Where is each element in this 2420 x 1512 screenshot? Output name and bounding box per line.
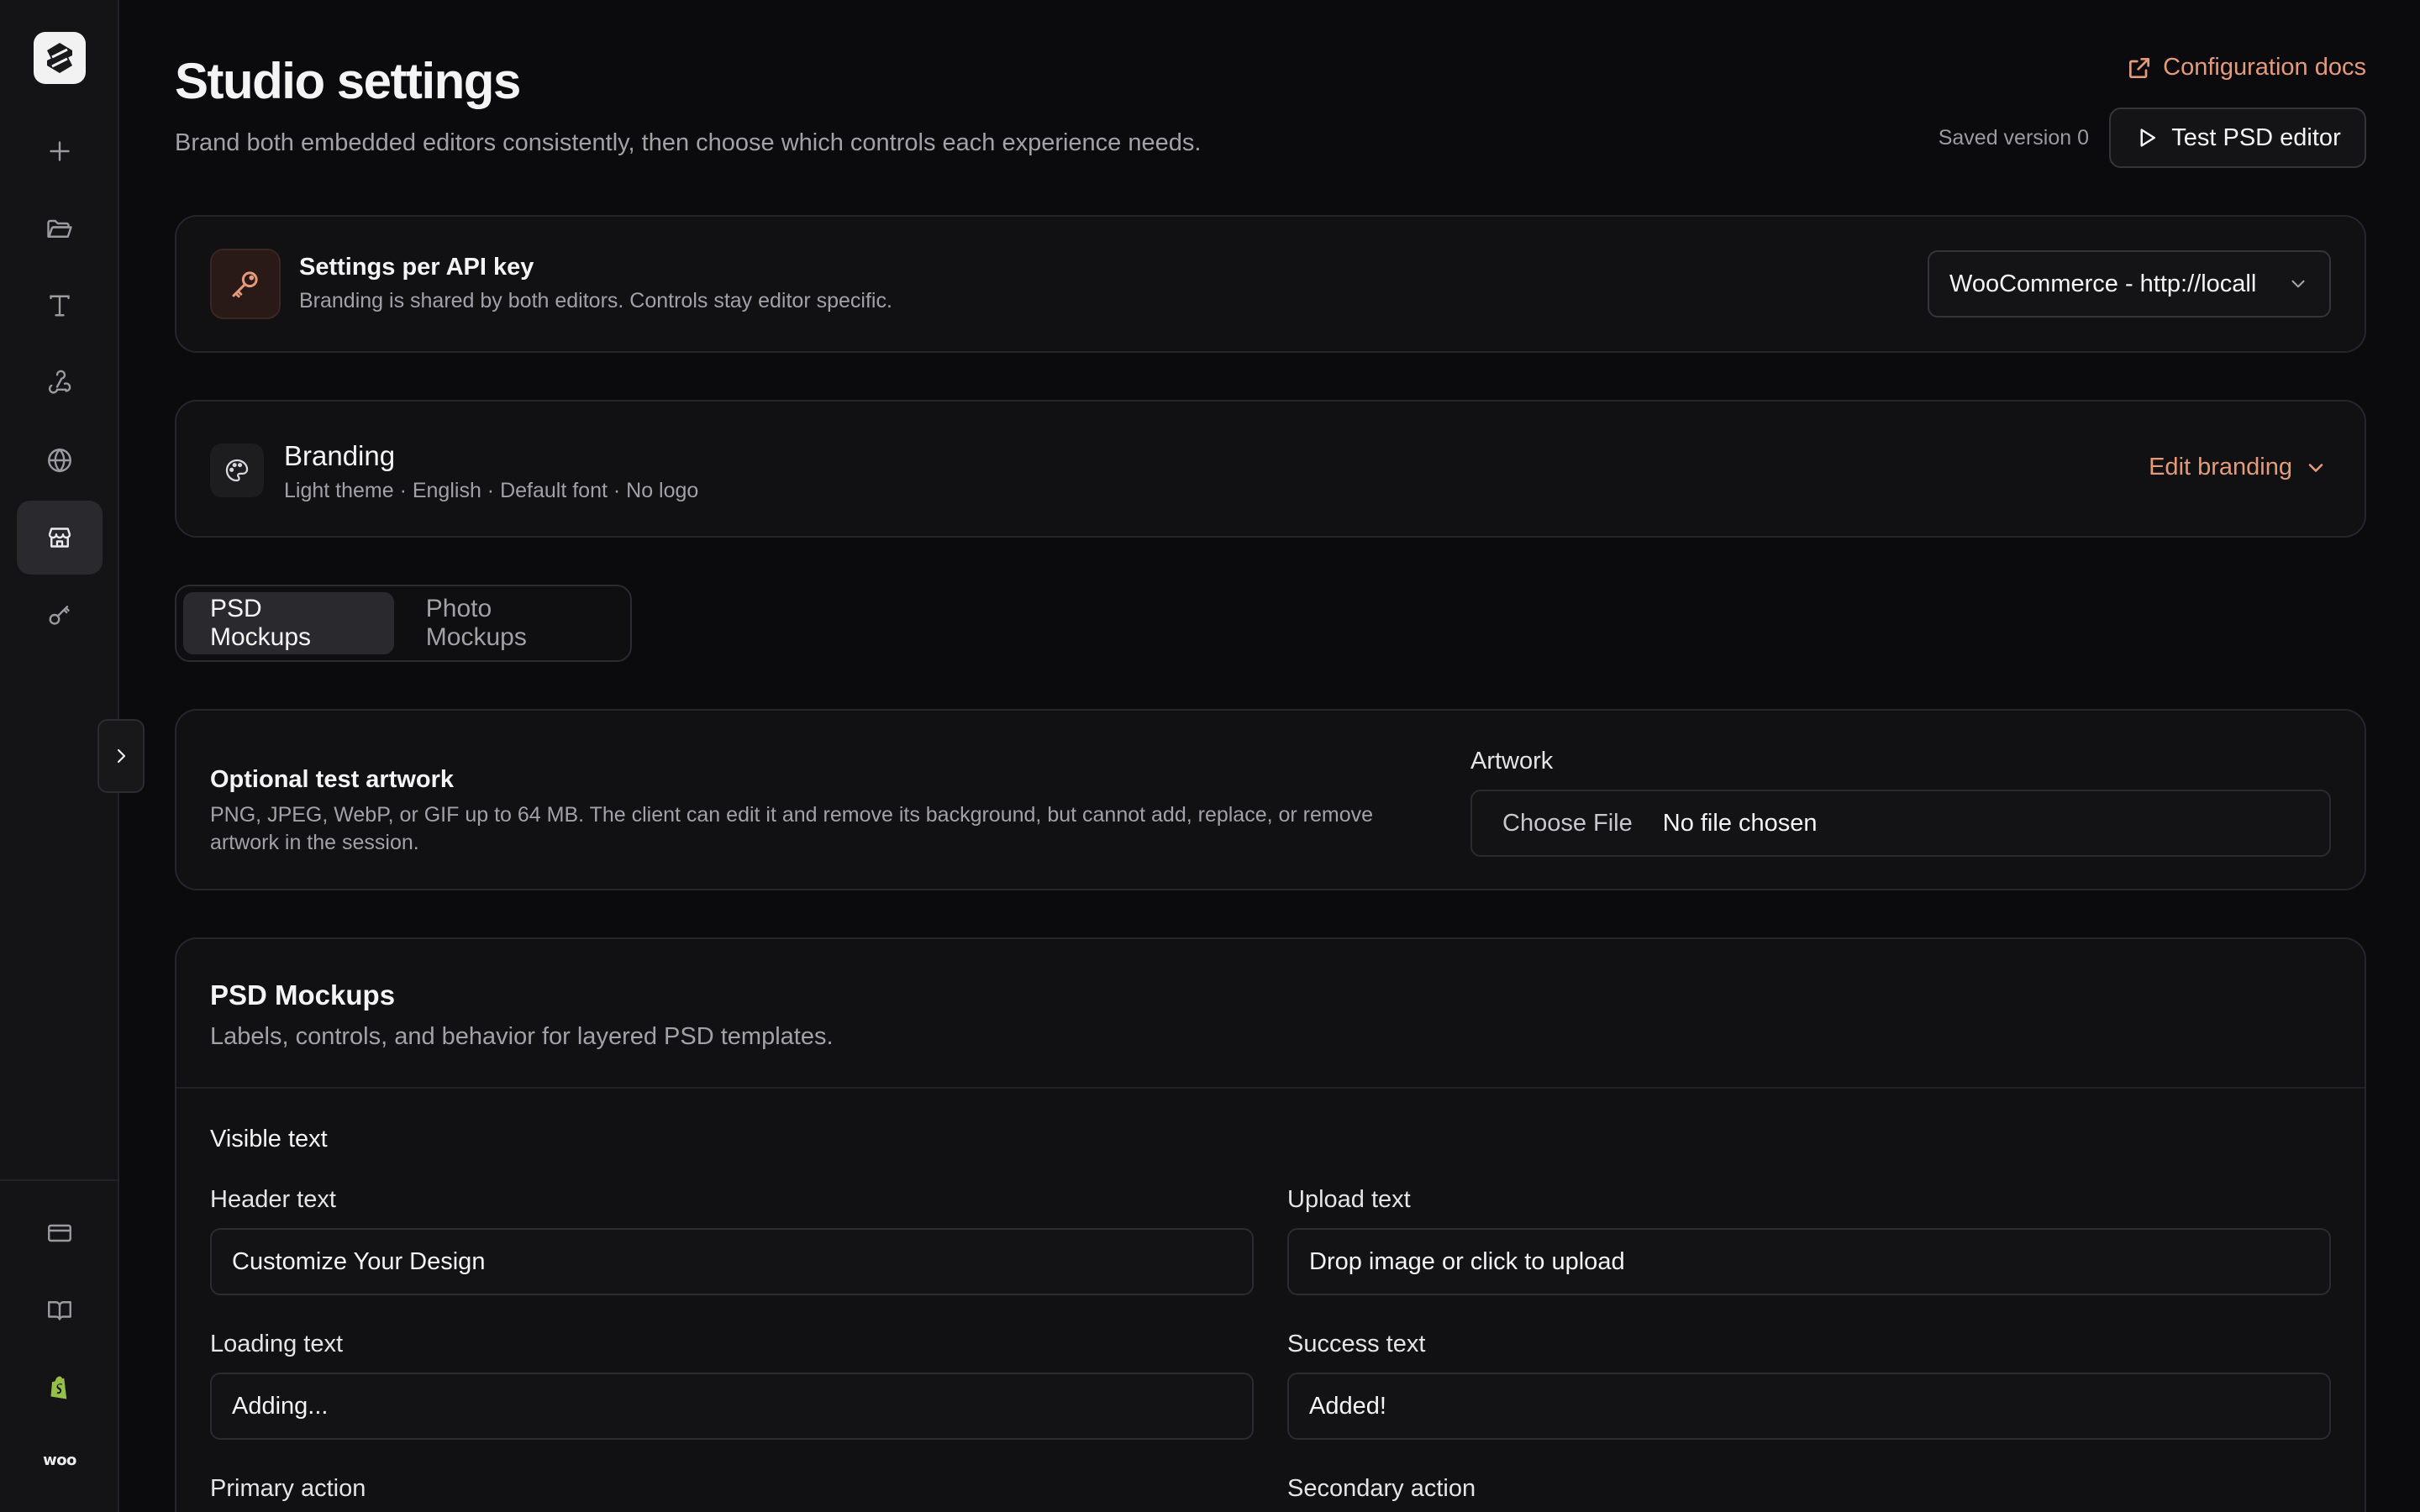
psd-section-title: PSD Mockups — [210, 979, 396, 1011]
file-status: No file chosen — [1662, 809, 1818, 837]
choose-file-button[interactable]: Choose File — [1472, 791, 1663, 855]
main-content: Studio settings Brand both embedded edit… — [175, 0, 2366, 1512]
sidebar-item-text[interactable] — [17, 269, 103, 343]
external-link-icon — [2129, 57, 2150, 78]
test-button-label: Test PSD editor — [2171, 123, 2341, 151]
test-artwork-card: Optional test artwork PNG, JPEG, WebP, o… — [175, 709, 2366, 890]
success-text-label: Success text — [1287, 1331, 1426, 1357]
branding-summary: Light theme · English · Default font · N… — [284, 479, 699, 502]
logo-icon — [47, 43, 72, 73]
text-icon — [50, 295, 70, 317]
chevron-down-icon — [2308, 463, 2323, 472]
artwork-label: Artwork — [1470, 748, 1554, 774]
tab-photo-mockups[interactable]: Photo Mockups — [399, 592, 623, 654]
api-key-selected-value: WooCommerce - http://locall — [1949, 270, 2257, 297]
sidebar-expand-button[interactable] — [97, 719, 145, 793]
psd-mockups-card: PSD Mockups Labels, controls, and behavi… — [175, 937, 2366, 1512]
visible-text-heading: Visible text — [210, 1126, 328, 1152]
configuration-docs-link[interactable]: Configuration docs — [2126, 54, 2366, 81]
success-text-input[interactable] — [1287, 1373, 2331, 1440]
book-icon — [48, 1301, 71, 1320]
key-icon — [232, 271, 258, 298]
upload-text-label: Upload text — [1287, 1186, 1411, 1213]
header-text-label: Header text — [210, 1186, 336, 1213]
psd-section-subtitle: Labels, controls, and behavior for layer… — [210, 1023, 834, 1050]
artwork-description: PNG, JPEG, WebP, or GIF up to 64 MB. The… — [210, 803, 1374, 854]
sidebar-item-docs[interactable] — [17, 1273, 103, 1347]
api-key-icon-box — [210, 249, 281, 319]
api-key-card: Settings per API key Branding is shared … — [175, 215, 2366, 353]
store-icon — [48, 528, 71, 548]
app-logo[interactable] — [34, 32, 86, 84]
docs-link-label: Configuration docs — [2163, 54, 2366, 81]
api-key-title: Settings per API key — [299, 254, 534, 281]
api-key-select[interactable]: WooCommerce - http://locall — [1928, 250, 2331, 318]
palette-icon — [225, 459, 249, 482]
play-icon — [2140, 129, 2156, 147]
sidebar-item-billing[interactable] — [17, 1196, 103, 1270]
sidebar-divider — [0, 1179, 119, 1181]
sidebar-item-webhooks[interactable] — [17, 346, 103, 420]
palette-icon-box — [210, 444, 264, 497]
sidebar-item-new[interactable] — [17, 114, 103, 188]
editor-tabs: PSD Mockups Photo Mockups — [175, 585, 632, 662]
sidebar-item-api-keys[interactable] — [17, 578, 103, 652]
primary-action-label: Primary action — [210, 1475, 366, 1502]
edit-branding-label: Edit branding — [2149, 454, 2292, 480]
folder-icon — [47, 219, 72, 238]
webhook-icon — [48, 370, 71, 394]
branding-title: Branding — [284, 440, 396, 471]
upload-text-input[interactable] — [1287, 1228, 2331, 1295]
chevron-right-icon — [117, 748, 126, 764]
api-key-subtitle: Branding is shared by both editors. Cont… — [299, 289, 892, 312]
loading-text-input[interactable] — [210, 1373, 1254, 1440]
psd-divider — [176, 1087, 2365, 1089]
chevron-down-icon — [2291, 280, 2305, 288]
page-subtitle: Brand both embedded editors consistently… — [175, 129, 1202, 156]
test-psd-editor-button[interactable]: Test PSD editor — [2109, 108, 2366, 168]
edit-branding-button[interactable]: Edit branding — [2149, 454, 2328, 481]
shopify-icon — [50, 1376, 67, 1399]
key-icon — [49, 606, 70, 625]
globe-icon — [48, 448, 71, 473]
tab-psd-mockups[interactable]: PSD Mockups — [183, 592, 394, 654]
sidebar-item-studio[interactable] — [17, 501, 103, 575]
sidebar-item-files[interactable] — [17, 192, 103, 265]
saved-version-label: Saved version 0 — [1938, 126, 2089, 150]
artwork-title: Optional test artwork — [210, 766, 455, 793]
artwork-file-input[interactable]: Choose File No file chosen — [1470, 790, 2331, 857]
sidebar-item-woocommerce[interactable]: woo — [17, 1423, 103, 1497]
woo-icon: woo — [43, 1451, 76, 1469]
secondary-action-label: Secondary action — [1287, 1475, 1476, 1502]
loading-text-label: Loading text — [210, 1331, 344, 1357]
branding-card: Branding Light theme · English · Default… — [175, 400, 2366, 538]
page-title: Studio settings — [175, 53, 521, 109]
header-text-input[interactable] — [210, 1228, 1254, 1295]
plus-icon — [50, 141, 70, 161]
sidebar-item-domains[interactable] — [17, 423, 103, 497]
credit-card-icon — [48, 1224, 71, 1242]
sidebar-item-shopify[interactable] — [17, 1351, 103, 1425]
